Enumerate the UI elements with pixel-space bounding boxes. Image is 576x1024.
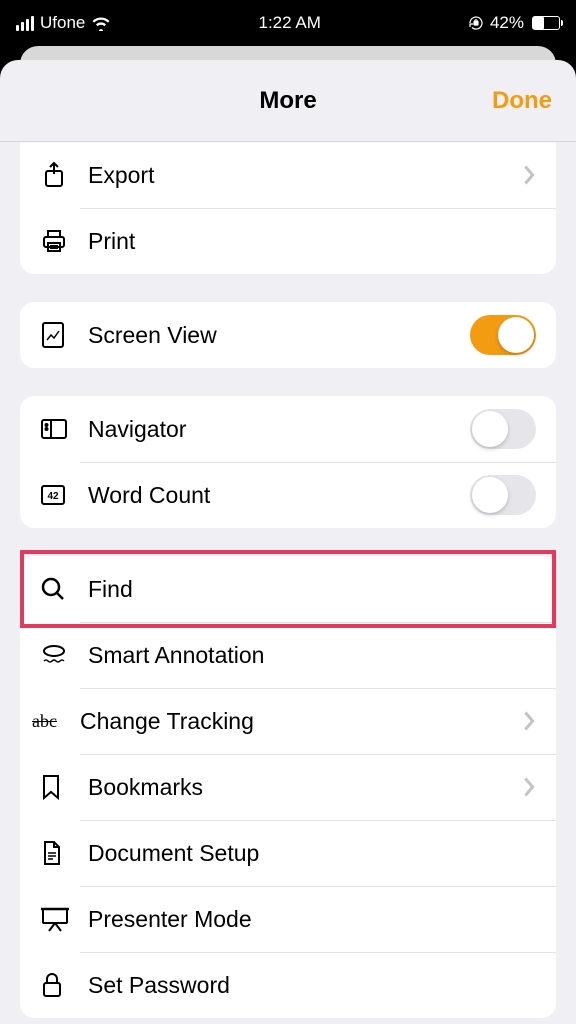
document-icon bbox=[40, 839, 76, 867]
chevron-right-icon bbox=[522, 776, 536, 798]
battery-pct: 42% bbox=[490, 13, 524, 33]
print-icon bbox=[40, 227, 76, 255]
export-icon bbox=[40, 161, 76, 189]
row-label: Set Password bbox=[88, 972, 536, 999]
chevron-right-icon bbox=[522, 164, 536, 186]
row-label: Word Count bbox=[88, 482, 470, 509]
row-label: Smart Annotation bbox=[88, 642, 536, 669]
row-presenter-mode[interactable]: Presenter Mode bbox=[20, 886, 556, 952]
lock-icon bbox=[40, 971, 76, 999]
rotation-lock-icon bbox=[468, 15, 484, 31]
navigator-toggle[interactable] bbox=[470, 409, 536, 449]
presenter-icon bbox=[40, 905, 76, 933]
carrier-label: Ufone bbox=[40, 13, 85, 33]
bookmark-icon bbox=[40, 773, 76, 801]
clock: 1:22 AM bbox=[258, 13, 320, 33]
row-label: Screen View bbox=[88, 322, 470, 349]
chevron-right-icon bbox=[522, 710, 536, 732]
search-icon bbox=[40, 576, 76, 602]
svg-text:42: 42 bbox=[47, 491, 59, 502]
row-set-password[interactable]: Set Password bbox=[20, 952, 556, 1018]
sheet-header: More Done bbox=[0, 60, 576, 142]
battery-icon bbox=[532, 16, 560, 30]
navigator-icon bbox=[40, 417, 76, 441]
screen-view-icon bbox=[40, 320, 76, 350]
word-count-icon: 42 bbox=[40, 484, 76, 506]
row-word-count[interactable]: 42 Word Count bbox=[20, 462, 556, 528]
page-title: More bbox=[259, 87, 316, 115]
row-find[interactable]: Find bbox=[20, 556, 556, 622]
status-bar: Ufone 1:22 AM 42% bbox=[0, 0, 576, 46]
row-label: Print bbox=[88, 228, 536, 255]
row-label: Bookmarks bbox=[88, 774, 522, 801]
row-export[interactable]: Export bbox=[20, 142, 556, 208]
row-bookmarks[interactable]: Bookmarks bbox=[20, 754, 556, 820]
smart-annotation-icon bbox=[40, 643, 76, 667]
row-label: Document Setup bbox=[88, 840, 536, 867]
row-smart-annotation[interactable]: Smart Annotation bbox=[20, 622, 556, 688]
row-label: Export bbox=[88, 162, 522, 189]
signal-bars-icon bbox=[16, 16, 34, 31]
row-label: Find bbox=[88, 576, 536, 603]
row-navigator[interactable]: Navigator bbox=[20, 396, 556, 462]
row-change-tracking[interactable]: abc Change Tracking bbox=[20, 688, 556, 754]
wifi-icon bbox=[91, 15, 111, 31]
row-label: Change Tracking bbox=[80, 708, 522, 735]
word-count-toggle[interactable] bbox=[470, 475, 536, 515]
done-button[interactable]: Done bbox=[492, 87, 552, 115]
row-document-setup[interactable]: Document Setup bbox=[20, 820, 556, 886]
change-tracking-icon: abc bbox=[32, 711, 76, 732]
row-label: Navigator bbox=[88, 416, 470, 443]
row-label: Presenter Mode bbox=[88, 906, 536, 933]
screen-view-toggle[interactable] bbox=[470, 315, 536, 355]
row-print[interactable]: Print bbox=[20, 208, 556, 274]
row-screen-view[interactable]: Screen View bbox=[20, 302, 556, 368]
more-sheet: More Done Export bbox=[0, 60, 576, 1024]
